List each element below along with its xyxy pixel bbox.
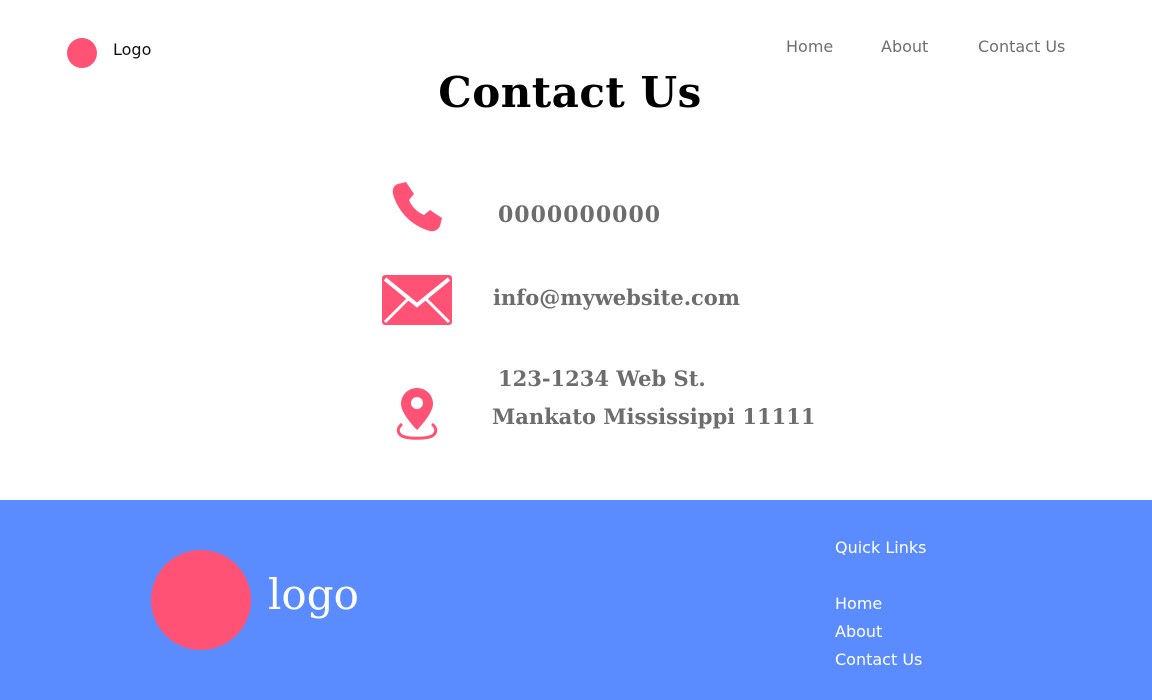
mail-icon — [382, 275, 452, 325]
quick-links-heading: Quick Links — [835, 538, 927, 557]
nav-about-link[interactable]: About — [881, 37, 928, 56]
location-pin-icon — [396, 388, 438, 440]
footer-link-about[interactable]: About — [835, 622, 882, 641]
phone-number: 0000000000 — [498, 202, 662, 228]
footer: logo Quick Links Home About Contact Us — [0, 500, 1152, 700]
page-title: Contact Us — [438, 68, 702, 117]
address-line-1: 123-1234 Web St. — [498, 366, 706, 391]
email-address: info@mywebsite.com — [493, 285, 741, 310]
address-line-2: Mankato Mississippi 11111 — [492, 404, 816, 429]
header-logo-icon[interactable] — [67, 38, 97, 68]
nav-home-link[interactable]: Home — [786, 37, 833, 56]
footer-logo-text[interactable]: logo — [268, 570, 359, 619]
header-logo-label[interactable]: Logo — [113, 40, 151, 59]
footer-logo-icon[interactable] — [151, 550, 251, 650]
footer-link-contact[interactable]: Contact Us — [835, 650, 922, 669]
phone-icon — [392, 182, 442, 232]
nav-contact-link[interactable]: Contact Us — [978, 37, 1065, 56]
footer-link-home[interactable]: Home — [835, 594, 882, 613]
